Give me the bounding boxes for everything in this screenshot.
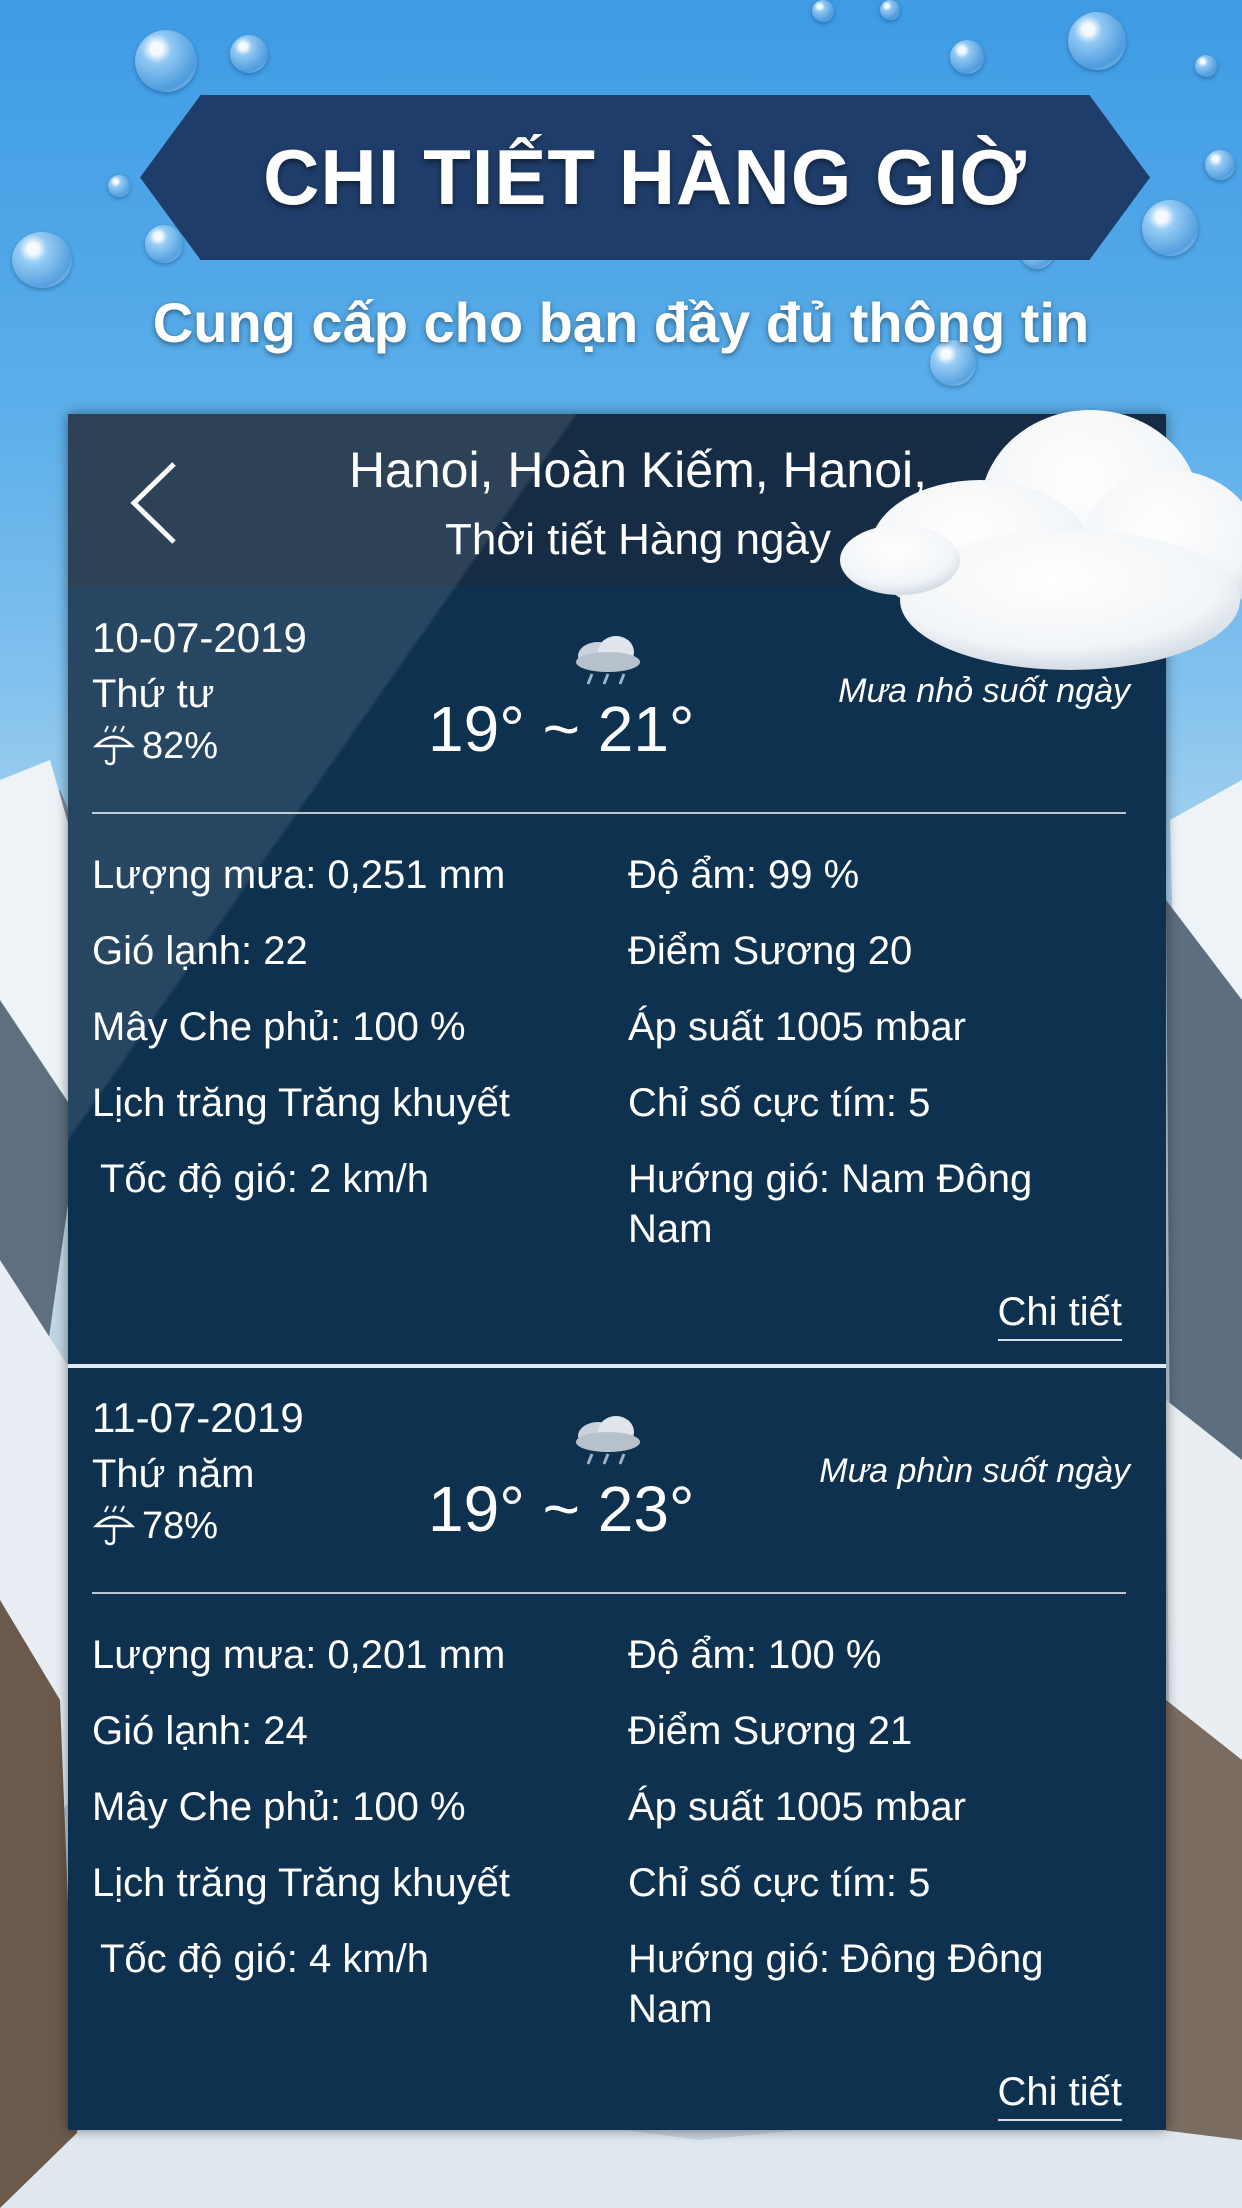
day-weekday: Thứ năm <box>92 1452 255 1496</box>
rain-chance: 78% <box>92 1504 218 1548</box>
wind-direction: Hướng gió: Đông Đông <box>628 1937 1044 1981</box>
uv-index: Chỉ số cực tím: 5 <box>628 1861 931 1905</box>
rainfall: Lượng mưa: 0,251 mm <box>92 853 506 897</box>
dew-point: Điểm Sương 21 <box>628 1709 913 1753</box>
day-weekday: Thứ tư <box>92 672 215 716</box>
wind-direction-cont: Nam <box>628 1987 713 2031</box>
temperature-range: 19° ~ 21° <box>428 693 695 765</box>
cloud-decoration <box>840 410 1242 670</box>
humidity: Độ ẩm: 100 % <box>628 1633 882 1677</box>
banner-subtitle: Cung cấp cho bạn đầy đủ thông tin <box>152 291 1090 354</box>
day-card: 11-07-2019 Thứ năm 78% Mưa phùn suốt ngà… <box>68 1380 1166 2130</box>
rain-chance-value: 78% <box>142 1504 219 1547</box>
wind-direction-cont: Nam <box>628 1207 713 1251</box>
back-button[interactable] <box>112 458 192 548</box>
water-drop <box>950 40 984 74</box>
cloud-cover: Mây Che phủ: 100 % <box>92 1785 466 1829</box>
wind-speed: Tốc độ gió: 2 km/h <box>100 1157 430 1201</box>
wind-speed: Tốc độ gió: 4 km/h <box>100 1937 430 1981</box>
detail-link[interactable]: Chi tiết <box>997 1290 1122 1341</box>
water-drop <box>12 232 72 288</box>
water-drop <box>1205 150 1235 180</box>
uv-index: Chỉ số cực tím: 5 <box>628 1081 931 1125</box>
moon-phase: Lịch trăng Trăng khuyết <box>92 1861 511 1905</box>
chevron-left-icon <box>130 462 176 544</box>
rain-chance-value: 82% <box>142 724 219 767</box>
water-drop <box>135 30 197 92</box>
moon-phase: Lịch trăng Trăng khuyết <box>92 1081 511 1125</box>
day-date: 11-07-2019 <box>92 1394 304 1441</box>
rain-cloud-icon <box>576 636 640 685</box>
temperature-range: 19° ~ 23° <box>428 1473 695 1545</box>
pressure: Áp suất 1005 mbar <box>628 1005 966 1049</box>
umbrella-icon <box>92 725 136 766</box>
water-drop <box>1142 200 1198 256</box>
divider <box>92 1592 1126 1594</box>
day-date: 10-07-2019 <box>92 614 307 661</box>
banner-title: CHI TIẾT HÀNG GIỜ <box>263 133 1027 221</box>
humidity: Độ ẩm: 99 % <box>628 853 860 897</box>
water-drop <box>230 35 268 73</box>
water-drop <box>1068 12 1126 70</box>
detail-link[interactable]: Chi tiết <box>997 2070 1122 2121</box>
pressure: Áp suất 1005 mbar <box>628 1785 966 1829</box>
rainfall: Lượng mưa: 0,201 mm <box>92 1633 506 1677</box>
wind-chill: Gió lạnh: 22 <box>92 929 308 973</box>
condition-text: Mưa phùn suốt ngày <box>819 1452 1130 1490</box>
cloud-cover: Mây Che phủ: 100 % <box>92 1005 466 1049</box>
water-drop <box>812 0 834 22</box>
rain-chance: 82% <box>92 724 218 768</box>
divider <box>92 812 1126 814</box>
day-separator <box>68 1364 1166 1368</box>
umbrella-icon <box>92 1505 136 1546</box>
water-drop <box>1195 55 1217 77</box>
wind-direction: Hướng gió: Nam Đông <box>628 1157 1033 1201</box>
dew-point: Điểm Sương 20 <box>628 929 913 973</box>
wind-chill: Gió lạnh: 24 <box>92 1709 308 1753</box>
water-drop <box>108 175 130 197</box>
water-drop <box>880 0 900 20</box>
rain-cloud-icon <box>576 1416 640 1465</box>
